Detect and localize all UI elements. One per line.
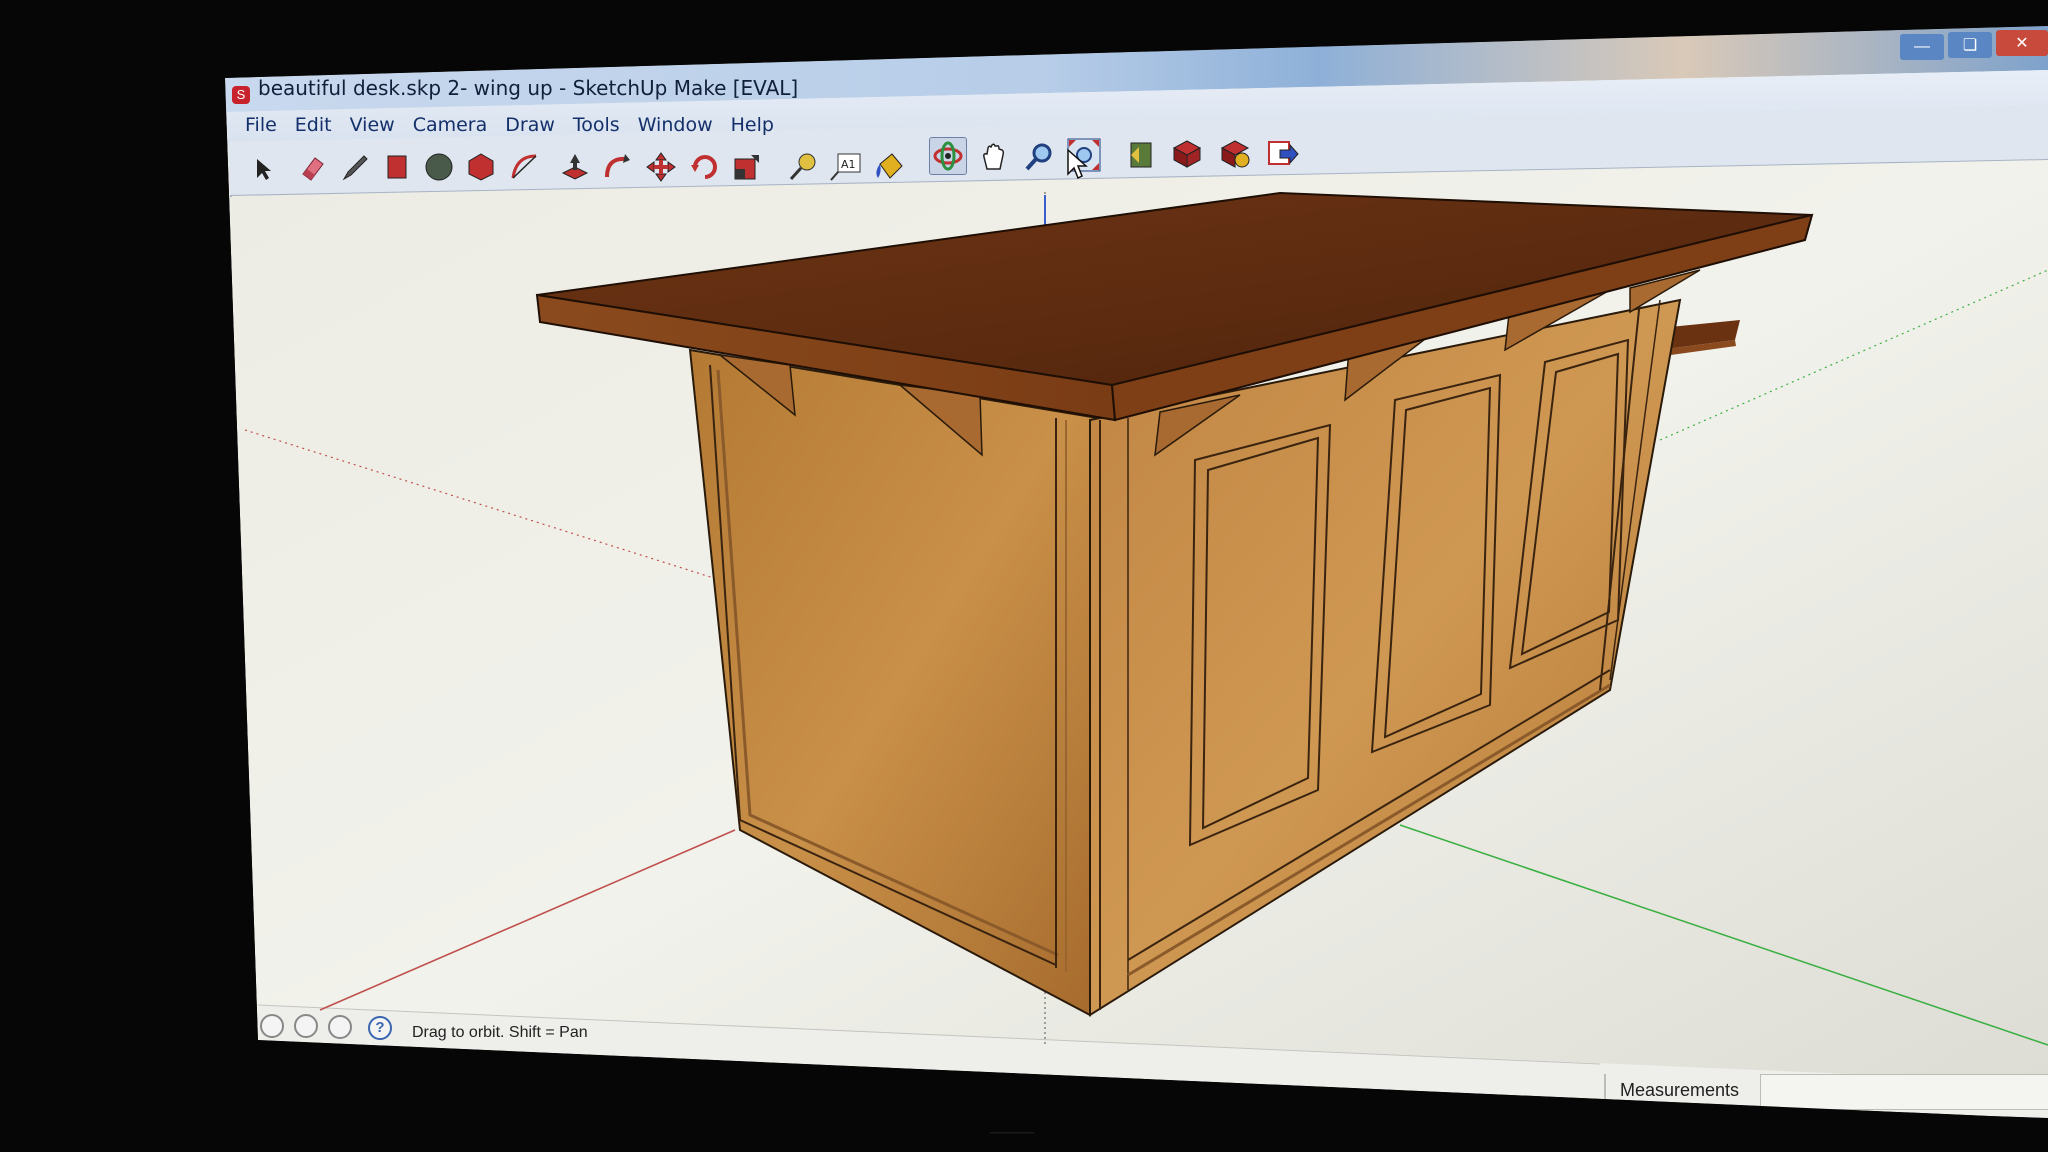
scale-tool-button[interactable] <box>728 148 766 186</box>
rotate-tool-button[interactable] <box>686 148 724 186</box>
share-model-icon <box>1220 140 1250 168</box>
rotate-icon <box>691 155 717 179</box>
menu-draw[interactable]: Draw <box>496 110 564 140</box>
tape-measure-icon <box>789 153 816 181</box>
maximize-button[interactable]: ❏ <box>1948 32 1992 58</box>
menu-tools[interactable]: Tools <box>564 110 629 140</box>
eraser-tool-button[interactable] <box>293 148 331 186</box>
polygon-icon <box>468 153 494 181</box>
minimize-icon: — <box>1914 38 1930 55</box>
move-tool-button[interactable] <box>642 148 680 186</box>
polygon-tool-button[interactable] <box>462 148 500 186</box>
rectangle-tool-button[interactable] <box>378 148 416 186</box>
pan-tool-button[interactable] <box>975 138 1013 176</box>
menu-view[interactable]: View <box>341 110 404 140</box>
paint-bucket-icon <box>876 153 903 179</box>
measurements-input[interactable] <box>1760 1074 2048 1110</box>
status-hint: Drag to orbit. Shift = Pan <box>412 1024 588 1041</box>
share-model-tool-button[interactable] <box>1216 134 1254 172</box>
sketchup-window: S beautiful desk.skp 2- wing up - Sketch… <box>0 0 2048 1152</box>
minimize-button[interactable]: — <box>1900 34 1944 60</box>
circle-tool-button[interactable] <box>420 148 458 186</box>
scale-icon <box>734 155 759 180</box>
move-icon <box>646 152 676 182</box>
menu-help[interactable]: Help <box>722 110 783 140</box>
menu-camera[interactable]: Camera <box>404 110 497 140</box>
svg-text:A1: A1 <box>841 158 856 171</box>
select-tool-button[interactable] <box>244 150 282 188</box>
zoom-icon <box>1025 143 1052 171</box>
status-geolocation-icon[interactable] <box>260 1014 284 1038</box>
push-pull-tool-button[interactable] <box>556 148 594 186</box>
follow-me-icon <box>605 154 630 178</box>
measurements-label: Measurements <box>1620 1080 1740 1100</box>
paint-bucket-tool-button[interactable] <box>870 148 908 186</box>
get-models-icon <box>1172 140 1202 168</box>
status-divider <box>1604 1074 1606 1104</box>
pencil-icon <box>342 155 368 181</box>
window-title: beautiful desk.skp 2- wing up - SketchUp… <box>258 76 799 100</box>
arc-tool-button[interactable] <box>505 148 543 186</box>
previous-view-icon <box>1130 142 1152 168</box>
orbit-tool-button[interactable] <box>929 137 967 175</box>
pan-icon <box>983 143 1005 170</box>
help-icon[interactable]: ? <box>368 1016 392 1040</box>
mouse-cursor <box>1067 148 1088 180</box>
restore-icon: ❏ <box>1962 37 1978 54</box>
menu-window[interactable]: Window <box>629 110 722 140</box>
text-icon: A1 <box>830 153 861 181</box>
app-icon: S <box>232 86 250 104</box>
orbit-icon <box>933 141 963 171</box>
status-user-icon[interactable] <box>328 1015 352 1039</box>
status-credits-icon[interactable] <box>294 1014 318 1038</box>
tape-measure-tool-button[interactable] <box>784 148 822 186</box>
menu-edit[interactable]: Edit <box>286 110 341 140</box>
text-tool-button[interactable]: A1 <box>826 148 864 186</box>
close-button[interactable]: ✕ <box>1996 30 2048 56</box>
get-models-tool-button[interactable] <box>1168 134 1206 172</box>
export-icon <box>1268 141 1299 165</box>
rectangle-icon <box>387 155 407 179</box>
select-icon <box>257 159 271 180</box>
eraser-icon <box>302 157 324 181</box>
menu-file[interactable]: File <box>236 110 286 140</box>
push-pull-icon <box>561 154 589 180</box>
follow-me-tool-button[interactable] <box>598 148 636 186</box>
menu-bar: File Edit View Camera Draw Tools Window … <box>236 110 783 140</box>
previous-view-tool-button[interactable] <box>1122 136 1160 174</box>
export-tool-button[interactable] <box>1264 134 1302 172</box>
zoom-tool-button[interactable] <box>1020 138 1058 176</box>
circle-icon <box>425 153 453 181</box>
arc-icon <box>511 154 537 179</box>
close-icon: ✕ <box>2015 35 2029 52</box>
pencil-tool-button[interactable] <box>336 148 374 186</box>
